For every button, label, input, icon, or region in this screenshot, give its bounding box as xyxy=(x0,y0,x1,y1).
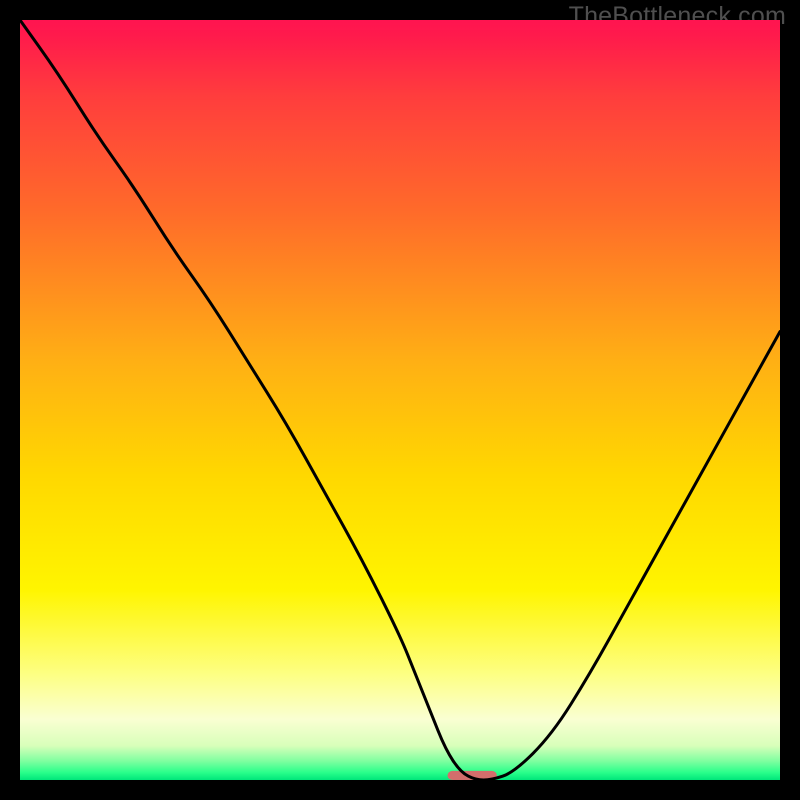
bottleneck-chart xyxy=(20,20,780,780)
chart-frame: TheBottleneck.com xyxy=(0,0,800,800)
gradient-background xyxy=(20,20,780,780)
